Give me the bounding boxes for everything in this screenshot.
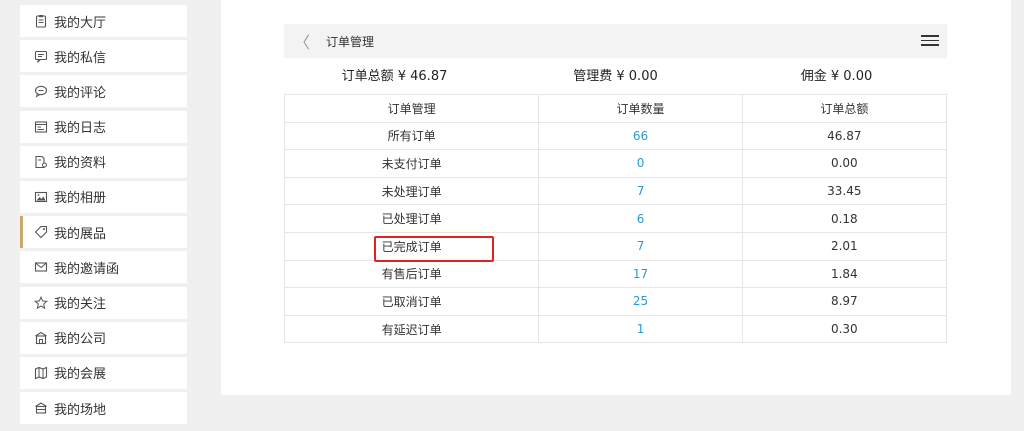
sidebar-item-profile[interactable]: 我的资料 [20,145,187,178]
summary-fee: 管理费 ¥ 0.00 [573,69,658,84]
sidebar-item-label: 我的展品 [54,226,107,242]
sidebar-item-label: 我的场地 [54,402,107,418]
order-header-bar: 〈 订单管理 [284,24,947,58]
sidebar-item-invitations[interactable]: 我的邀请函 [20,251,187,284]
table-row: 已完成订单 7 2.01 [283,231,948,261]
order-total: 2.01 [741,231,948,261]
header-order-total: 订单总额 [741,94,948,123]
table-row: 未支付订单 0 0.00 [283,149,948,178]
sidebar-item-label: 我的会展 [54,367,107,383]
order-total: 8.97 [741,287,948,316]
order-count-link[interactable]: 7 [538,231,743,261]
order-total: 0.30 [741,314,948,344]
sidebar-item-album[interactable]: 我的相册 [20,180,187,213]
order-type: 所有订单 [283,121,540,151]
sidebar-item-hall[interactable]: 我的大厅 [20,5,187,37]
order-type: 未处理订单 [283,176,540,206]
sidebar-item-label: 我的资料 [54,156,107,172]
sidebar-item-label: 我的评论 [54,85,107,101]
star-icon [34,295,48,310]
sidebar-item-label: 我的日志 [54,121,107,137]
table-row: 所有订单 66 46.87 [283,121,948,151]
profile-doc-icon [34,155,48,169]
building-icon [34,331,48,345]
tag-icon [34,225,48,239]
order-type: 已完成订单 [283,231,540,261]
order-total: 1.84 [741,259,948,289]
sidebar-item-company[interactable]: 我的公司 [20,321,187,354]
order-type: 有延迟订单 [283,314,540,344]
sidebar-item-exhibits[interactable]: 我的展品 [20,216,187,249]
sidebar: 我的大厅 我的私信 我的评论 我的日志 我的资料 我的相册 我的展品 我的邀请函… [20,5,187,427]
table-header-row: 订单管理 订单数量 订单总额 [283,94,948,123]
clipboard-icon [34,14,48,28]
sidebar-item-following[interactable]: 我的关注 [20,286,187,319]
comment-icon [34,84,48,98]
order-type: 未支付订单 [283,149,540,178]
order-type: 已处理订单 [283,204,540,233]
table-row: 已取消订单 25 8.97 [283,287,948,316]
order-count-link[interactable]: 0 [538,149,743,178]
order-total: 0.18 [741,204,948,233]
sidebar-item-label: 我的邀请函 [54,261,120,277]
venue-icon [34,401,48,415]
summary-total: 订单总额 ¥ 46.87 [341,69,448,84]
table-row: 已处理订单 6 0.18 [283,204,948,233]
header-order-count: 订单数量 [538,94,743,123]
table-row: 有售后订单 17 1.84 [283,259,948,289]
sidebar-item-label: 我的关注 [54,297,107,312]
journal-icon [34,120,48,134]
order-summary: 订单总额 ¥ 46.87 管理费 ¥ 0.00 佣金 ¥ 0.00 [284,62,947,92]
page-title: 订单管理 [326,34,375,49]
order-total: 0.00 [741,149,948,178]
sidebar-item-label: 我的公司 [54,332,107,348]
order-type: 已取消订单 [283,287,540,316]
sidebar-item-comments[interactable]: 我的评论 [20,75,187,108]
envelope-icon [34,260,48,274]
order-type: 有售后订单 [283,259,540,289]
sidebar-item-venues[interactable]: 我的场地 [20,392,187,425]
order-count-link[interactable]: 1 [538,314,743,344]
order-count-link[interactable]: 66 [538,121,743,151]
sidebar-item-messages[interactable]: 我的私信 [20,40,187,73]
table-row: 有延迟订单 1 0.30 [283,314,948,344]
message-icon [34,49,48,64]
order-count-link[interactable]: 7 [538,176,743,206]
sidebar-item-journal[interactable]: 我的日志 [20,110,187,143]
orders-table: 订单管理 订单数量 订单总额 所有订单 66 46.87 未支付订单 0 0.0… [283,94,948,344]
order-total: 33.45 [741,176,948,206]
table-row: 未处理订单 7 33.45 [283,176,948,206]
order-count-link[interactable]: 25 [538,287,743,316]
sidebar-item-label: 我的相册 [54,191,107,207]
sidebar-item-exhibitions[interactable]: 我的会展 [20,356,187,389]
header-order-type: 订单管理 [283,94,540,123]
sidebar-item-label: 我的私信 [54,50,107,66]
order-count-link[interactable]: 6 [538,204,743,233]
order-total: 46.87 [741,121,948,151]
sidebar-item-label: 我的大厅 [54,15,107,31]
menu-icon[interactable] [921,32,939,50]
back-button[interactable]: 〈 [294,29,320,53]
main-panel: 〈 订单管理 订单总额 ¥ 46.87 管理费 ¥ 0.00 佣金 ¥ 0.00… [221,0,1011,395]
summary-commission: 佣金 ¥ 0.00 [800,69,873,84]
order-count-link[interactable]: 17 [538,259,743,289]
map-icon [34,366,48,380]
photo-icon [34,190,48,204]
